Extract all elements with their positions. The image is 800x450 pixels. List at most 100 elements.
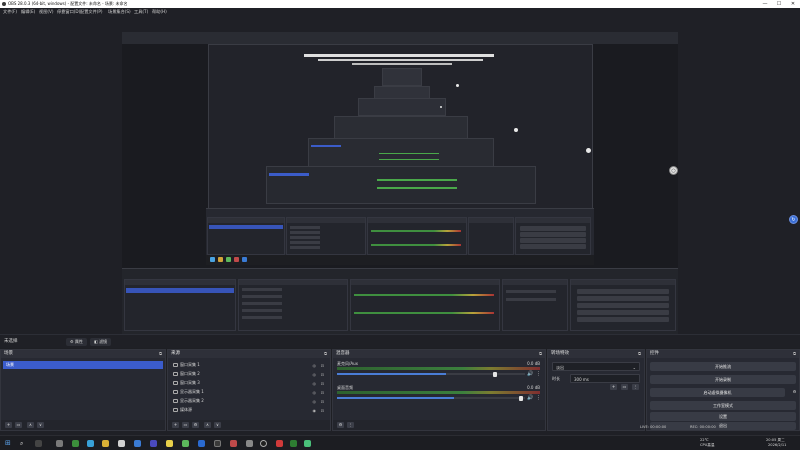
weather-desc: CPU高温: [700, 443, 715, 447]
menu-file[interactable]: 文件(F): [3, 8, 17, 16]
lock-icon[interactable]: ⊡: [321, 398, 324, 406]
maximize-button[interactable]: ☐: [772, 0, 786, 8]
visibility-eye-icon[interactable]: ◉: [313, 407, 317, 415]
virtual-camera-settings-icon[interactable]: ⚙: [791, 389, 798, 395]
preview-canvas[interactable]: [122, 32, 678, 346]
mixer-menu-icon[interactable]: ⋮: [347, 422, 354, 428]
visibility-eye-icon[interactable]: ◎: [313, 398, 317, 406]
lock-icon[interactable]: ⊡: [321, 380, 324, 388]
studio-mode-button[interactable]: 工作室模式: [650, 401, 796, 410]
dock-options-icon[interactable]: ⧉: [539, 350, 542, 358]
mixer-menu-icon[interactable]: ⋮: [536, 371, 541, 377]
source-item[interactable]: 媒体源 ◉ ⊡: [170, 406, 328, 414]
dock-options-icon[interactable]: ⧉: [324, 350, 327, 358]
add-scene-icon[interactable]: +: [5, 422, 12, 428]
app-icon[interactable]: [182, 440, 189, 447]
move-down-icon[interactable]: ∨: [37, 422, 44, 428]
windows-start-icon[interactable]: ⊞: [5, 440, 12, 447]
transition-type-select[interactable]: 淡出 ⌄: [552, 362, 640, 371]
move-down-icon[interactable]: ∨: [214, 422, 221, 428]
add-transition-icon[interactable]: +: [610, 384, 617, 390]
app-icon[interactable]: [276, 440, 283, 447]
source-item[interactable]: 显示器采集 2 ◎ ⊡: [170, 397, 328, 405]
edge-browser-icon[interactable]: [134, 440, 141, 447]
visibility-eye-icon[interactable]: ◎: [313, 380, 317, 388]
dock-options-icon[interactable]: ⧉: [159, 350, 162, 358]
obs-taskbar-icon[interactable]: [260, 440, 267, 447]
mixer-menu-icon[interactable]: ⋮: [536, 395, 541, 401]
app-icon[interactable]: [290, 440, 297, 447]
refresh-icon[interactable]: ↻: [789, 215, 798, 224]
filters-button[interactable]: ◧ 滤镜: [90, 338, 112, 346]
mixer-settings-icon[interactable]: ⚙: [337, 422, 344, 428]
menu-view[interactable]: 视图(V): [39, 8, 54, 16]
transitions-dock: 转场特效 ⧉ 淡出 ⌄ 时长 300 ms + ▭ ⋮: [547, 349, 645, 431]
preview-area[interactable]: ○ ↻: [0, 16, 800, 346]
close-button[interactable]: ✕: [786, 0, 800, 8]
start-streaming-button[interactable]: 开始推流: [650, 362, 796, 371]
visibility-eye-icon[interactable]: ◎: [313, 389, 317, 397]
dock-options-icon[interactable]: ⧉: [793, 350, 796, 358]
visibility-eye-icon[interactable]: ◎: [313, 371, 317, 379]
app-icon[interactable]: [214, 440, 221, 447]
app-icon[interactable]: [246, 440, 253, 447]
minimize-button[interactable]: —: [758, 0, 772, 8]
lock-icon[interactable]: ⊡: [321, 407, 324, 415]
source-label: 显示器采集 1: [180, 389, 204, 394]
app-icon[interactable]: [56, 440, 63, 447]
app-icon[interactable]: [230, 440, 237, 447]
source-properties-icon[interactable]: ⚙: [192, 422, 199, 428]
remove-source-icon[interactable]: ▭: [182, 422, 189, 428]
menu-scene-collection[interactable]: 场景集合(S): [108, 8, 131, 16]
app-icon[interactable]: [304, 440, 311, 447]
lock-icon[interactable]: ⊡: [321, 362, 324, 370]
source-item[interactable]: 显示器采集 1 ◎ ⊡: [170, 388, 328, 396]
settings-button[interactable]: 设置: [650, 412, 796, 421]
volume-slider-handle[interactable]: [519, 396, 523, 401]
menu-edit[interactable]: 编辑(E): [21, 8, 35, 16]
scroll-indicator-icon[interactable]: ○: [669, 166, 678, 175]
app-icon[interactable]: [150, 440, 157, 447]
move-up-icon[interactable]: ∧: [27, 422, 34, 428]
app-icon[interactable]: [72, 440, 79, 447]
app-icon[interactable]: [118, 440, 125, 447]
source-item[interactable]: 窗口采集 1 ◎ ⊡: [170, 361, 328, 369]
app-icon[interactable]: [166, 440, 173, 447]
properties-button[interactable]: ⚙ 属性: [66, 338, 87, 346]
app-icon[interactable]: [87, 440, 94, 447]
file-explorer-icon[interactable]: [102, 440, 109, 447]
task-view-icon[interactable]: [35, 440, 42, 447]
clock-date[interactable]: 2026/2/11: [768, 443, 786, 447]
scene-item[interactable]: 场景: [3, 361, 163, 369]
app-icon[interactable]: [198, 440, 205, 447]
visibility-eye-icon[interactable]: ◎: [313, 362, 317, 370]
source-item[interactable]: 窗口采集 2 ◎ ⊡: [170, 370, 328, 378]
source-toolbar: 未选择 ⚙ 属性 ◧ 滤镜: [0, 334, 800, 348]
lock-icon[interactable]: ⊡: [321, 371, 324, 379]
nested-preview-3: [358, 98, 446, 116]
scenes-toolbar: + ▭ ∧ ∨: [1, 420, 165, 430]
remove-scene-icon[interactable]: ▭: [15, 422, 22, 428]
menu-tools[interactable]: 工具(T): [134, 8, 148, 16]
properties-label: 属性: [74, 339, 83, 344]
volume-slider-handle[interactable]: [493, 372, 497, 377]
remove-transition-icon[interactable]: ▭: [621, 384, 628, 390]
menu-help[interactable]: 帮助(H): [152, 8, 167, 16]
menu-profile[interactable]: 配置文件(P): [80, 8, 103, 16]
start-virtual-camera-button[interactable]: 启动虚拟摄像机: [650, 388, 785, 397]
dock-options-icon[interactable]: ⧉: [638, 350, 641, 358]
exit-button[interactable]: 退出: [650, 422, 796, 430]
start-recording-button[interactable]: 开始录制: [650, 375, 796, 384]
lock-icon[interactable]: ⊡: [321, 389, 324, 397]
source-item[interactable]: 窗口采集 3 ◎ ⊡: [170, 379, 328, 387]
transition-menu-icon[interactable]: ⋮: [632, 384, 639, 390]
speaker-icon[interactable]: 🔊: [527, 395, 533, 401]
search-icon[interactable]: ⌕: [20, 440, 27, 447]
weather-temp: 22℃: [700, 438, 709, 442]
duration-spinbox[interactable]: 300 ms: [570, 374, 640, 383]
volume-meter: [337, 367, 540, 370]
speaker-icon[interactable]: 🔊: [527, 371, 533, 377]
move-up-icon[interactable]: ∧: [204, 422, 211, 428]
menu-docks[interactable]: 停靠窗口(D): [57, 8, 80, 16]
add-source-icon[interactable]: +: [172, 422, 179, 428]
